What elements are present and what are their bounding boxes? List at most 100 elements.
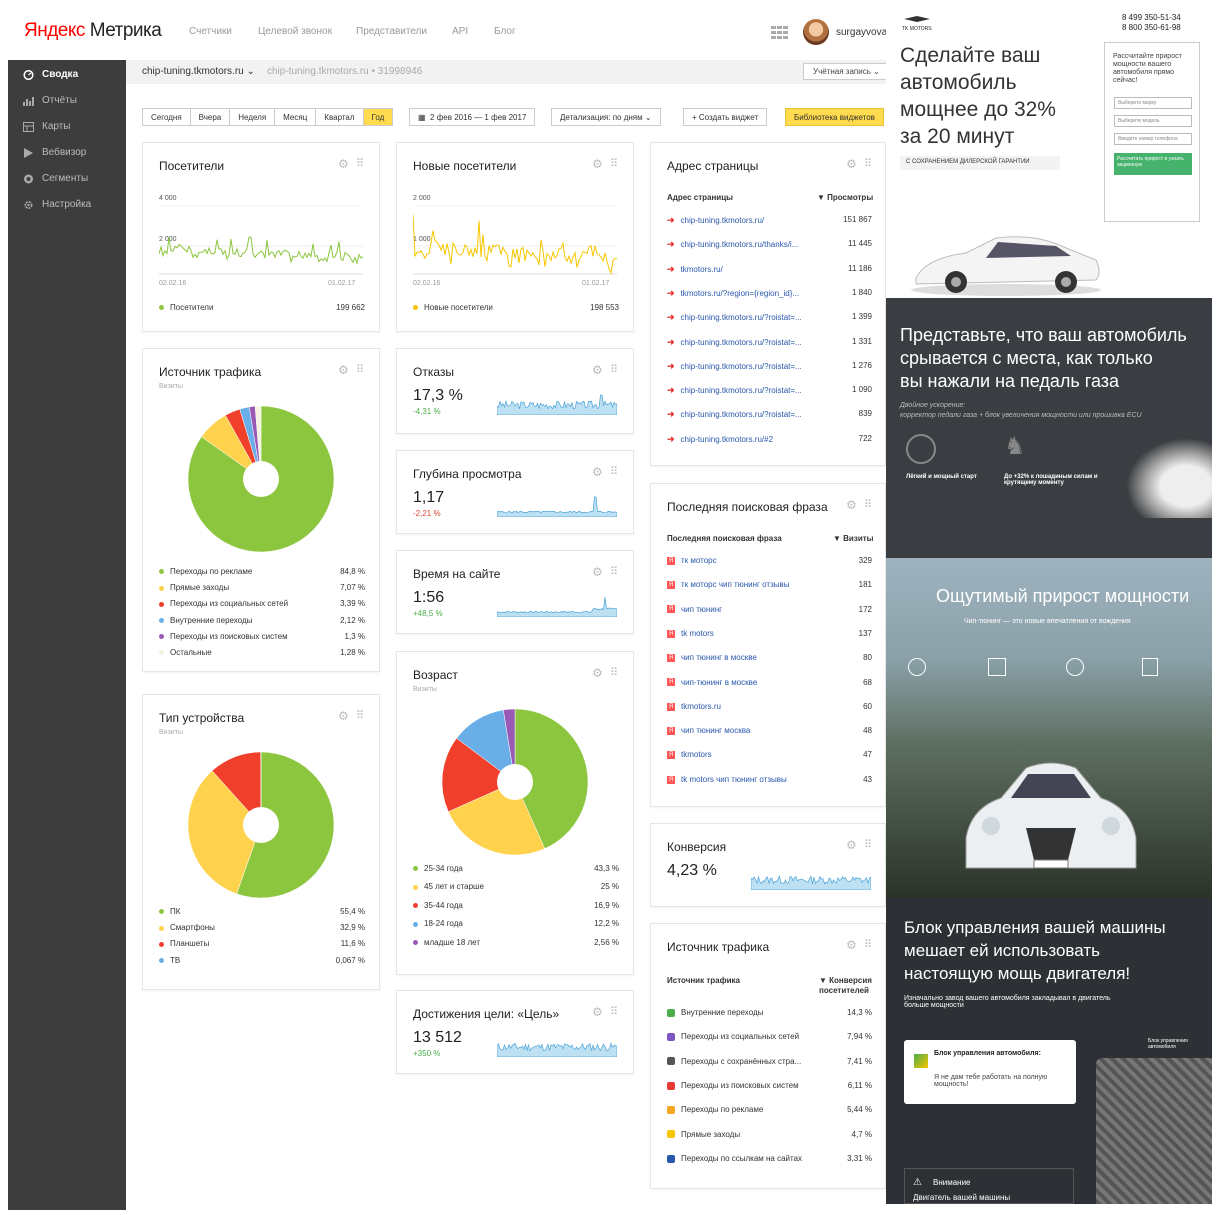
site-selector[interactable]: chip-tuning.tkmotors.ru ⌄: [142, 66, 255, 77]
search-phrase[interactable]: tk motors чип тюнинг отзывы: [681, 775, 787, 784]
yandex-metrika-logo[interactable]: Яндекс Метрика: [24, 20, 162, 42]
sidebar-item-summary[interactable]: Сводка: [8, 62, 126, 88]
sidebar-item-maps[interactable]: Карты: [8, 114, 126, 140]
search-phrase-row[interactable]: Ячип-тюнинг в москве: [667, 678, 817, 687]
search-phrase-row[interactable]: Ятк моторс чип тюнинг отзывы: [667, 580, 817, 589]
page-url[interactable]: tkmotors.ru/?region={region_id}...: [681, 289, 800, 298]
page-row-link[interactable]: ➜ tkmotors.ru/: [667, 264, 802, 275]
search-phrase-row[interactable]: Яtk motors: [667, 629, 817, 638]
legend-item[interactable]: Переходы из социальных сетей: [159, 599, 288, 608]
search-phrase[interactable]: чип тюнинг москва: [681, 726, 750, 735]
traffic-conversion-row[interactable]: Переходы с сохранённых стра...: [667, 1057, 817, 1066]
traffic-conversion-row[interactable]: Переходы из социальных сетей: [667, 1032, 817, 1041]
traffic-conversion-row[interactable]: Внутренние переходы: [667, 1008, 817, 1017]
drag-handle-icon[interactable]: ⠿: [610, 158, 618, 170]
gear-icon[interactable]: ⚙: [592, 158, 604, 170]
gear-icon[interactable]: ⚙: [846, 158, 858, 170]
nav-blog[interactable]: Блог: [494, 26, 516, 37]
column-header-sort[interactable]: ▼ Просмотры: [817, 193, 873, 202]
drag-handle-icon[interactable]: ⠿: [610, 566, 618, 578]
page-url[interactable]: chip-tuning.tkmotors.ru/?roistat=...: [681, 410, 802, 419]
nav-counters[interactable]: Счетчики: [189, 26, 232, 37]
drag-handle-icon[interactable]: ⠿: [356, 364, 364, 376]
traffic-conversion-row[interactable]: Переходы из поисковых систем: [667, 1081, 817, 1090]
gear-icon[interactable]: ⚙: [592, 566, 604, 578]
search-phrase[interactable]: тк моторс: [681, 556, 717, 565]
legend-item[interactable]: Переходы из поисковых систем: [159, 632, 288, 641]
period-year[interactable]: Год: [363, 109, 393, 125]
page-row-link[interactable]: ➜ chip-tuning.tkmotors.ru/?roistat=...: [667, 337, 802, 348]
gear-icon[interactable]: ⚙: [338, 158, 350, 170]
gear-icon[interactable]: ⚙: [846, 499, 858, 511]
traffic-conversion-row[interactable]: Переходы по рекламе: [667, 1105, 817, 1114]
drag-handle-icon[interactable]: ⠿: [864, 939, 872, 951]
search-phrase[interactable]: чип-тюнинг в москве: [681, 678, 757, 687]
legend-item[interactable]: Прямые заходы: [159, 583, 229, 592]
legend-item[interactable]: Смартфоны: [159, 923, 215, 932]
date-range-picker[interactable]: ▦ 2 фев 2016 — 1 фев 2017: [409, 108, 536, 126]
page-row-link[interactable]: ➜ chip-tuning.tkmotors.ru/thanks/i...: [667, 239, 802, 250]
period-week[interactable]: Неделя: [230, 109, 276, 125]
apps-grid-icon[interactable]: [771, 26, 789, 40]
legend-item[interactable]: 35-44 года: [413, 901, 463, 910]
gear-icon[interactable]: ⚙: [592, 667, 604, 679]
legend-item[interactable]: ПК: [159, 907, 180, 916]
gear-icon[interactable]: ⚙: [338, 710, 350, 722]
drag-handle-icon[interactable]: ⠿: [610, 364, 618, 376]
gear-icon[interactable]: ⚙: [592, 466, 604, 478]
nav-representatives[interactable]: Представители: [356, 26, 427, 37]
search-phrase-row[interactable]: Яtk motors чип тюнинг отзывы: [667, 775, 817, 784]
page-row-link[interactable]: ➜ tkmotors.ru/?region={region_id}...: [667, 288, 802, 299]
drag-handle-icon[interactable]: ⠿: [610, 667, 618, 679]
legend-item[interactable]: Остальные: [159, 648, 212, 657]
search-phrase[interactable]: чип тюнинг в москве: [681, 653, 757, 662]
legend-item[interactable]: Внутренние переходы: [159, 616, 252, 625]
search-phrase-row[interactable]: Яtkmotors: [667, 750, 817, 759]
gear-icon[interactable]: ⚙: [338, 364, 350, 376]
traffic-conversion-row[interactable]: Прямые заходы: [667, 1130, 817, 1139]
page-row-link[interactable]: ➜ chip-tuning.tkmotors.ru/?roistat=...: [667, 409, 802, 420]
widget-library-button[interactable]: Библиотека виджетов: [785, 108, 884, 126]
drag-handle-icon[interactable]: ⠿: [610, 466, 618, 478]
sidebar-item-webvisor[interactable]: Вебвизор: [8, 140, 126, 166]
page-url[interactable]: chip-tuning.tkmotors.ru/?roistat=...: [681, 313, 802, 322]
create-widget-button[interactable]: + Создать виджет: [683, 108, 768, 126]
page-url[interactable]: tkmotors.ru/: [681, 265, 723, 274]
gear-icon[interactable]: ⚙: [592, 364, 604, 376]
sidebar-item-segments[interactable]: Сегменты: [8, 166, 126, 192]
page-url[interactable]: chip-tuning.tkmotors.ru/?roistat=...: [681, 386, 802, 395]
gear-icon[interactable]: ⚙: [846, 939, 858, 951]
period-month[interactable]: Месяц: [275, 109, 317, 125]
search-phrase[interactable]: tkmotors.ru: [681, 702, 721, 711]
sidebar-item-settings[interactable]: Настройка: [8, 192, 126, 218]
drag-handle-icon[interactable]: ⠿: [356, 710, 364, 722]
search-phrase[interactable]: чип тюнинг: [681, 605, 722, 614]
model-select[interactable]: Выберите модель: [1114, 115, 1192, 127]
search-phrase[interactable]: tk motors: [681, 629, 714, 638]
legend-item[interactable]: младше 18 лет: [413, 938, 480, 947]
legend-item[interactable]: Планшеты: [159, 939, 209, 948]
drag-handle-icon[interactable]: ⠿: [864, 158, 872, 170]
phone-input[interactable]: Введите номер телефона: [1114, 133, 1192, 145]
drag-handle-icon[interactable]: ⠿: [864, 499, 872, 511]
page-url[interactable]: chip-tuning.tkmotors.ru/?roistat=...: [681, 338, 802, 347]
page-url[interactable]: chip-tuning.tkmotors.ru/#2: [681, 435, 774, 444]
drag-handle-icon[interactable]: ⠿: [864, 839, 872, 851]
brand-select[interactable]: Выберите марку: [1114, 97, 1192, 109]
column-header-sort[interactable]: ▼ Конверсия: [819, 976, 872, 985]
legend-item[interactable]: ТВ: [159, 956, 180, 965]
calculate-button[interactable]: Рассчитать прирост и узнать акционную: [1114, 153, 1192, 175]
legend-item[interactable]: 25-34 года: [413, 864, 463, 873]
username[interactable]: surgayvova: [836, 27, 886, 38]
gear-icon[interactable]: ⚙: [592, 1006, 604, 1018]
traffic-conversion-row[interactable]: Переходы по ссылкам на сайтах: [667, 1154, 817, 1163]
period-today[interactable]: Сегодня: [143, 109, 191, 125]
column-header-sort[interactable]: ▼ Визиты: [833, 534, 873, 543]
search-phrase[interactable]: tkmotors: [681, 750, 712, 759]
search-phrase-row[interactable]: Ячип тюнинг: [667, 605, 817, 614]
search-phrase-row[interactable]: Ятк моторс: [667, 556, 817, 565]
page-url[interactable]: chip-tuning.tkmotors.ru/?roistat=...: [681, 362, 802, 371]
page-row-link[interactable]: ➜ chip-tuning.tkmotors.ru/?roistat=...: [667, 361, 802, 372]
nav-target-call[interactable]: Целевой звонок: [258, 26, 332, 37]
page-row-link[interactable]: ➜ chip-tuning.tkmotors.ru/#2: [667, 434, 802, 445]
